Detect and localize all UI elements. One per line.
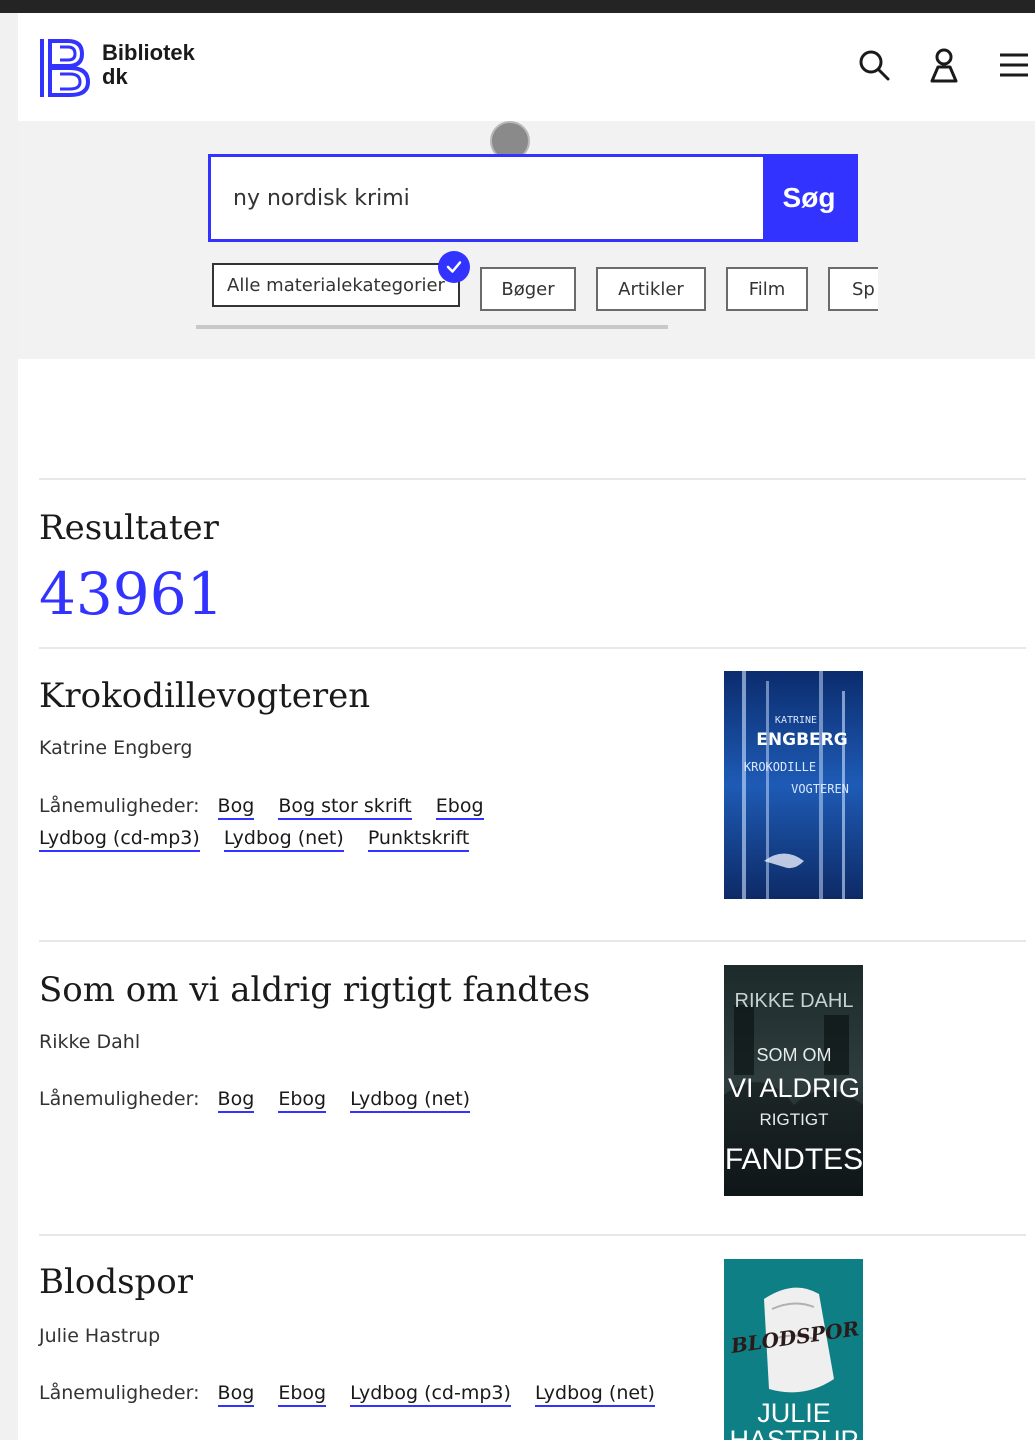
logo-line-1: Bibliotek [102,40,195,65]
site-header: Bibliotek dk [18,13,1035,121]
cover-text: VI ALDRIG [728,1073,860,1103]
loan-link-ebog[interactable]: Ebog [435,795,484,820]
divider [39,478,1026,480]
cover-text: FANDTES [725,1143,863,1176]
cover-text: RIGTIGT [760,1110,829,1129]
book-cover-image[interactable]: KATRINE ENGBERG KROKODILLE VOGTEREN [724,671,863,899]
loan-link-ebog[interactable]: Ebog [278,1382,327,1407]
search-button[interactable]: Søg [763,157,855,239]
result-author[interactable]: Katrine Engberg [39,737,192,759]
left-rail [0,13,18,1440]
search-icon[interactable] [856,47,892,83]
loan-link-ebog[interactable]: Ebog [278,1088,327,1113]
divider [39,647,1026,649]
cover-text: ENGBERG [756,730,847,750]
loan-options: Lånemuligheder: Bog Bog stor skrift Ebog… [39,790,679,854]
loan-link-bog-stor-skrift[interactable]: Bog stor skrift [278,795,412,820]
cover-text: KATRINE [775,715,817,726]
divider [39,940,1026,942]
search-input[interactable] [211,157,763,239]
loan-link-lydbog-net[interactable]: Lydbog (net) [534,1382,655,1407]
cover-text: HASTRUP [729,1425,858,1440]
site-logo[interactable]: Bibliotek dk [38,37,195,99]
chips-scrollbar[interactable] [196,325,668,329]
search-area: Søg Alle materialekategorier Bøger Artik… [18,121,1035,359]
chip-articles[interactable]: Artikler [596,267,706,311]
loan-link-lydbog-cd[interactable]: Lydbog (cd-mp3) [39,827,200,852]
logo-line-2: dk [102,64,128,89]
chip-film[interactable]: Film [726,267,808,311]
result-title[interactable]: Som om vi aldrig rigtigt fandtes [39,970,590,1010]
book-cover-image[interactable]: RIKKE DAHL SOM OM VI ALDRIG RIGTIGT FAND… [724,965,863,1196]
chip-all-categories[interactable]: Alle materialekategorier [212,263,460,307]
check-icon [438,251,470,283]
cover-text: RIKKE DAHL [735,990,854,1012]
chip-more[interactable]: Sp [828,267,878,311]
loan-options: Lånemuligheder: Bog Ebog Lydbog (cd-mp3)… [39,1377,679,1409]
browser-top-bar [0,0,1035,13]
result-title[interactable]: Krokodillevogteren [39,676,370,716]
cover-text: KROKODILLE [744,760,816,774]
loan-link-bog[interactable]: Bog [217,795,255,820]
menu-icon[interactable] [996,47,1032,83]
book-cover-image[interactable]: BLODSPOR JULIE HASTRUP [724,1259,863,1440]
results-label: Resultater [39,508,219,548]
chip-books[interactable]: Bøger [480,267,576,311]
result-author[interactable]: Julie Hastrup [39,1325,160,1347]
loan-link-bog[interactable]: Bog [217,1382,255,1407]
loan-link-bog[interactable]: Bog [217,1088,255,1113]
loan-label: Lånemuligheder: [39,1382,200,1404]
bibliotek-logo-icon [40,39,91,97]
cover-text: VOGTEREN [791,782,849,796]
loan-options: Lånemuligheder: Bog Ebog Lydbog (net) [39,1083,679,1115]
search-box: Søg [208,154,858,242]
user-icon[interactable] [926,47,962,83]
loan-label: Lånemuligheder: [39,795,200,817]
cover-text: SOM OM [757,1045,832,1065]
divider [39,1234,1026,1236]
results-count: 43961 [39,560,224,628]
loan-link-lydbog-net[interactable]: Lydbog (net) [223,827,344,852]
loan-link-punktskrift[interactable]: Punktskrift [367,827,470,852]
loan-link-lydbog-net[interactable]: Lydbog (net) [350,1088,471,1113]
loan-label: Lånemuligheder: [39,1088,200,1110]
result-author[interactable]: Rikke Dahl [39,1031,140,1053]
result-title[interactable]: Blodspor [39,1262,193,1302]
cover-text: JULIE [757,1398,831,1428]
loan-link-lydbog-cd[interactable]: Lydbog (cd-mp3) [350,1382,511,1407]
logo-text: Bibliotek dk [102,41,195,89]
material-filter-chips: Alle materialekategorier Bøger Artikler … [208,263,878,315]
